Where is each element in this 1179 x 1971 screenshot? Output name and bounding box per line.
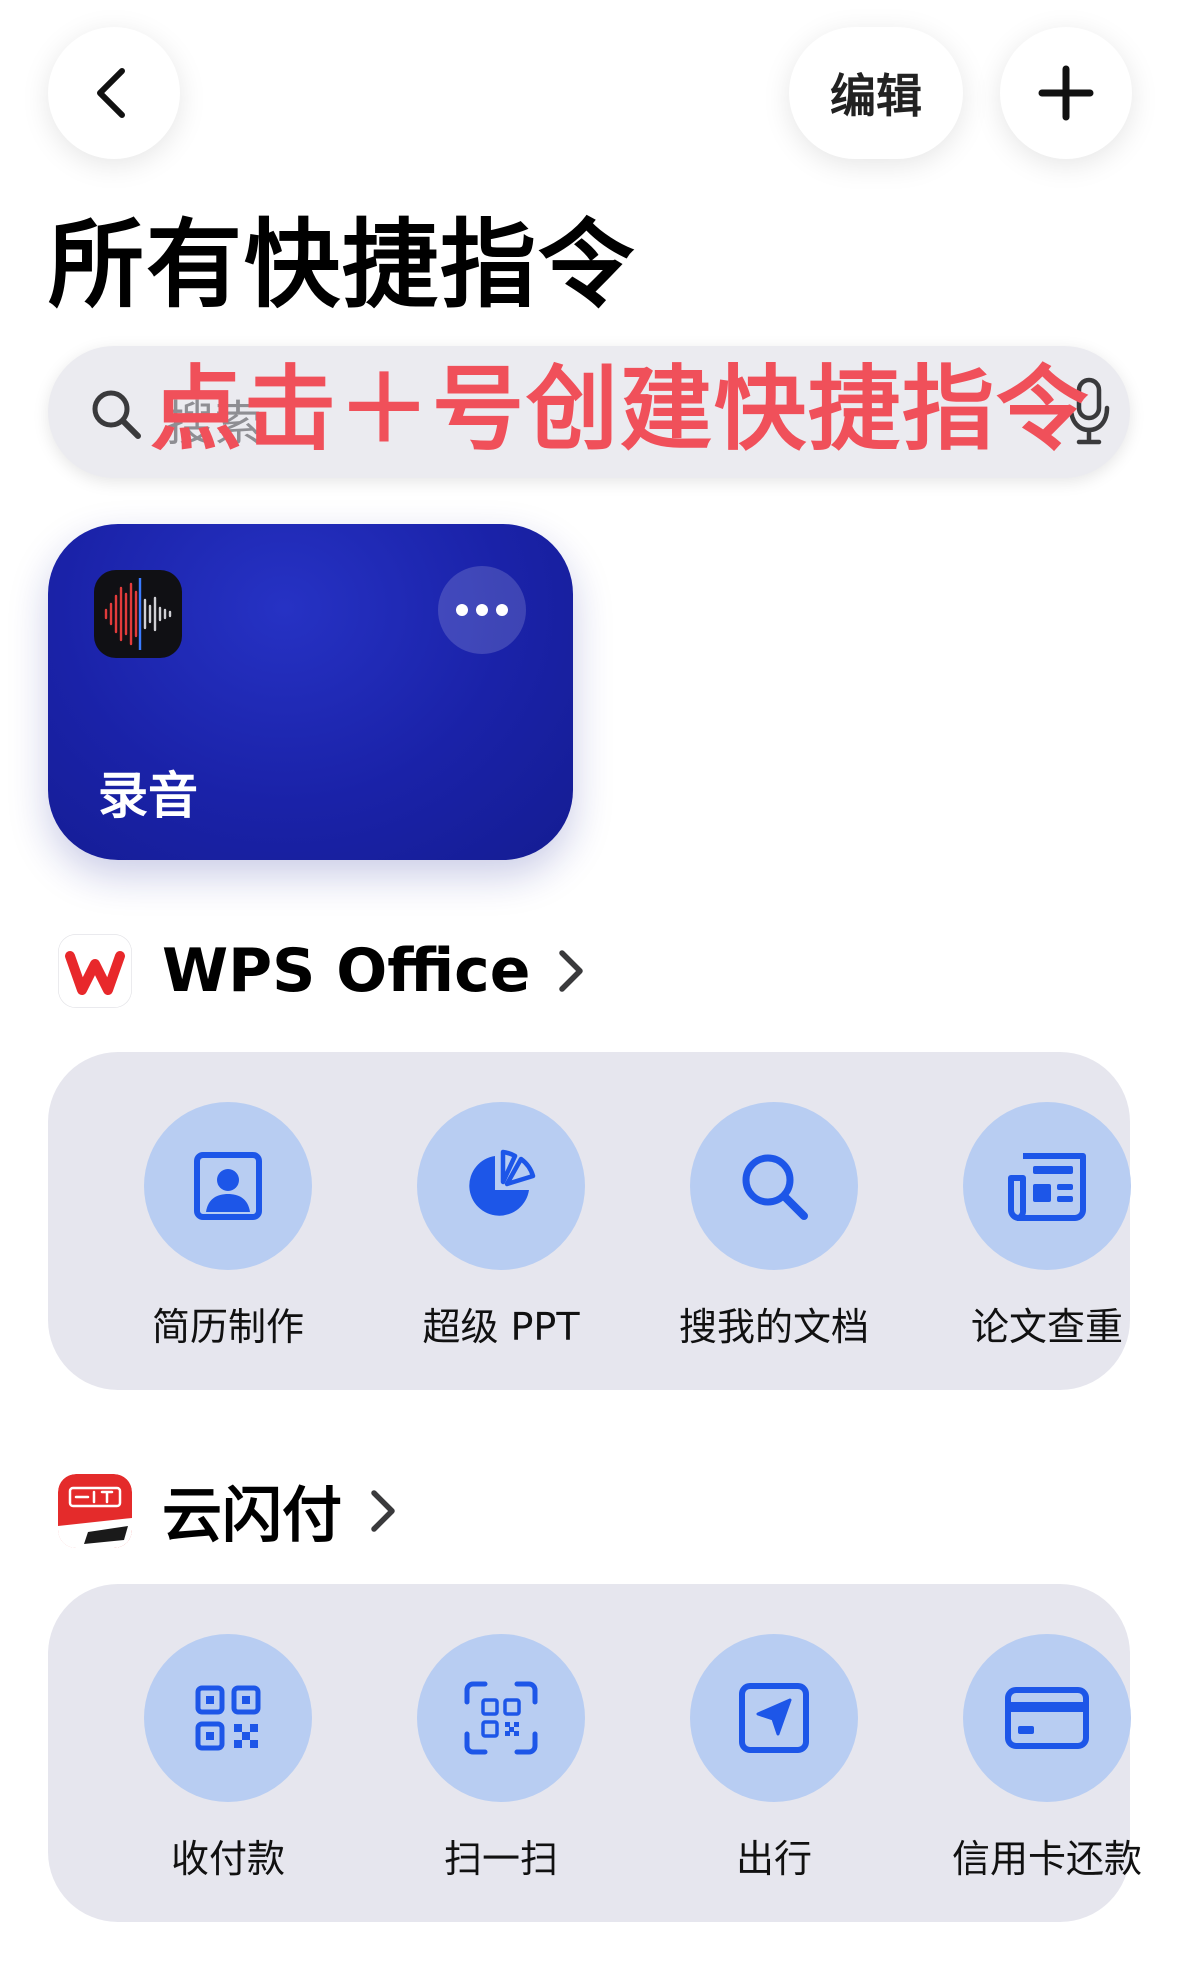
shortcut-card-label: 录音	[98, 767, 198, 825]
action-circle	[417, 1634, 585, 1802]
qr-code-icon	[195, 1685, 261, 1751]
action-label: 收付款	[170, 1837, 285, 1881]
action-circle	[690, 1102, 858, 1270]
action-label: 扫一扫	[443, 1837, 558, 1881]
navigation-arrow-icon	[739, 1683, 809, 1753]
action-scan[interactable]: 扫一扫	[365, 1634, 637, 1883]
section-header-unionpay[interactable]: 云闪付	[58, 1467, 398, 1554]
action-label: 搜我的文档	[678, 1305, 869, 1349]
dot	[496, 604, 508, 616]
edit-button[interactable]: 编辑	[789, 27, 963, 159]
action-plagiarism-check[interactable]: 论文查重	[911, 1102, 1179, 1351]
action-circle	[690, 1634, 858, 1802]
action-circle	[963, 1102, 1131, 1270]
action-label: 论文查重	[970, 1305, 1123, 1349]
chevron-left-icon	[97, 68, 125, 118]
pie-chart-icon	[469, 1149, 536, 1216]
action-search-docs[interactable]: 搜我的文档	[638, 1102, 910, 1351]
add-shortcut-button[interactable]	[1000, 27, 1132, 159]
action-circle	[417, 1102, 585, 1270]
shortcuts-page: 编辑 所有快捷指令 搜索 点击＋号创建快捷指令 录音 WPS Office 简历…	[0, 0, 1179, 1971]
chevron-right-icon	[371, 1489, 395, 1532]
action-label: 信用卡还款	[951, 1837, 1142, 1881]
dot	[476, 604, 488, 616]
action-travel[interactable]: 出行	[638, 1634, 910, 1883]
newspaper-icon	[1008, 1153, 1086, 1221]
red-annotation-text: 点击＋号创建快捷指令	[150, 356, 1091, 463]
search-icon	[92, 390, 141, 439]
unionpay-app-icon	[58, 1473, 132, 1548]
wps-app-icon	[58, 934, 132, 1008]
plus-icon	[1038, 65, 1094, 121]
back-button[interactable]	[48, 27, 180, 159]
action-label: 出行	[735, 1837, 812, 1881]
dot	[456, 604, 468, 616]
section-title: WPS Office	[162, 936, 531, 1006]
action-label: 简历制作	[151, 1305, 304, 1349]
action-circle	[963, 1634, 1131, 1802]
action-super-ppt[interactable]: 超级 PPT	[365, 1102, 637, 1351]
waveform-icon	[104, 578, 172, 650]
voice-memo-app-icon	[94, 570, 182, 658]
chevron-right-icon	[559, 950, 584, 992]
action-payment-code[interactable]: 收付款	[92, 1634, 364, 1883]
action-resume[interactable]: 简历制作	[92, 1102, 364, 1351]
action-circle	[144, 1102, 312, 1270]
section-title: 云闪付	[162, 1481, 342, 1551]
action-label: 超级 PPT	[422, 1305, 580, 1349]
credit-card-icon	[1005, 1687, 1089, 1749]
search-icon	[742, 1154, 808, 1220]
shortcut-card-voice-memo[interactable]: 录音	[48, 524, 573, 860]
action-credit-card-repay[interactable]: 信用卡还款	[911, 1634, 1179, 1883]
person-card-icon	[194, 1152, 262, 1220]
scan-icon	[464, 1681, 538, 1755]
more-options-button[interactable]	[438, 566, 526, 654]
unionpay-actions-panel: 收付款 扫一扫 出行 信用卡还款	[48, 1584, 1142, 1922]
page-title: 所有快捷指令	[48, 209, 636, 321]
action-circle	[144, 1634, 312, 1802]
wps-actions-panel: 简历制作 超级 PPT 搜我的文档 论文查重	[48, 1052, 1131, 1390]
section-header-wps[interactable]: WPS Office	[58, 934, 586, 1008]
